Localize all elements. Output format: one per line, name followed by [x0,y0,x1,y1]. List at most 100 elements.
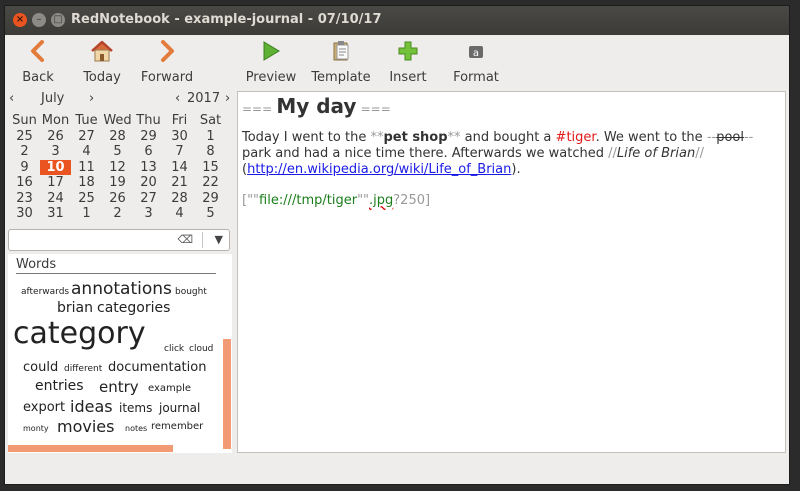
cloud-word[interactable]: entries [35,378,84,394]
bold-markup: ** [370,130,384,145]
cloud-word[interactable]: items [119,401,152,415]
calendar-day[interactable]: 3 [40,144,71,160]
entry-paragraph: Today I went to the **pet shop** and bou… [242,130,777,178]
calendar-day[interactable]: 27 [71,129,102,145]
journal-editor[interactable]: === My day === Today I went to the **pet… [237,91,786,453]
calendar-day[interactable]: 21 [164,175,195,191]
back-button[interactable]: Back [17,38,59,90]
entry-text: park and had a nice time there. Afterwar… [242,146,609,161]
insert-button[interactable]: Insert [387,38,429,90]
cloud-word[interactable]: category [13,316,146,351]
italic-markup: // [608,146,617,161]
clear-search-icon[interactable]: ⌫ [177,233,193,246]
calendar-day[interactable]: 19 [102,175,133,191]
calendar-day[interactable]: 9 [9,160,40,176]
cloud-word[interactable]: journal [159,401,200,415]
calendar-day[interactable]: 1 [195,129,226,145]
cloud-word[interactable]: remember [151,421,203,432]
today-button[interactable]: Today [81,38,123,90]
calendar-day[interactable]: 4 [71,144,102,160]
cloud-word[interactable]: export [23,400,65,415]
calendar-day[interactable]: 5 [102,144,133,160]
cloud-word[interactable]: movies [57,417,114,436]
image-markup: ?250] [393,193,431,208]
cloud-word[interactable]: annotations [71,279,172,299]
calendar-day[interactable]: 6 [133,144,164,160]
calendar-day[interactable]: 28 [102,129,133,145]
weekday-label: Sat [199,113,222,129]
calendar-day[interactable]: 5 [195,206,226,222]
calendar-day[interactable]: 29 [133,129,164,145]
cloud-word[interactable]: example [148,383,191,394]
calendar-day[interactable]: 7 [164,144,195,160]
app-window: × – □ RedNotebook - example-journal - 07… [4,5,790,485]
title-bar: × – □ RedNotebook - example-journal - 07… [5,6,789,35]
next-month-button[interactable]: › [89,91,94,111]
calendar-day[interactable]: 22 [195,175,226,191]
calendar-day[interactable]: 15 [195,160,226,176]
prev-year-button[interactable]: ‹ [175,91,180,111]
calendar-day[interactable]: 2 [102,206,133,222]
calendar-day-selected[interactable]: 10 [40,159,71,175]
calendar-day[interactable]: 13 [133,160,164,176]
calendar-day[interactable]: 20 [133,175,164,191]
calendar-day[interactable]: 3 [133,206,164,222]
cloud-word[interactable]: monty [23,424,49,433]
search-dropdown-icon[interactable]: ▼ [215,233,223,246]
calendar-day[interactable]: 26 [102,191,133,207]
forward-button[interactable]: Forward [139,38,195,90]
cloud-word[interactable]: could [23,360,58,375]
calendar-day[interactable]: 16 [9,175,40,191]
calendar-day[interactable]: 24 [40,191,71,207]
cloud-word[interactable]: click [164,344,184,354]
weekday-label: Sun [12,113,37,129]
calendar-day[interactable]: 26 [40,129,71,145]
calendar-day[interactable]: 17 [40,175,71,191]
cloud-word[interactable]: brian [57,300,93,316]
calendar-day[interactable]: 4 [164,206,195,222]
word-cloud-panel: Words afterwards annotations bought bria… [8,254,232,454]
format-button[interactable]: a Format [451,38,501,90]
prev-month-button[interactable]: ‹ [9,91,14,111]
calendar-day[interactable]: 11 [71,160,102,176]
calendar-day[interactable]: 23 [9,191,40,207]
template-button[interactable]: Template [310,38,372,90]
close-window-button[interactable]: × [13,13,27,27]
calendar-day[interactable]: 25 [71,191,102,207]
home-icon [91,40,113,62]
maximize-window-button[interactable]: □ [51,13,65,27]
cloud-word[interactable]: ideas [70,397,113,416]
calendar-day[interactable]: 18 [71,175,102,191]
calendar-day[interactable]: 30 [164,129,195,145]
calendar-day[interactable]: 29 [195,191,226,207]
calendar-day[interactable]: 25 [9,129,40,145]
calendar-day[interactable]: 12 [102,160,133,176]
cloud-word[interactable]: bought [175,287,207,297]
calendar-day[interactable]: 28 [164,191,195,207]
minimize-window-button[interactable]: – [32,13,46,27]
preview-button[interactable]: Preview [245,38,297,90]
cloud-word[interactable]: cloud [189,344,213,354]
today-label: Today [83,70,121,85]
cloud-word[interactable]: notes [125,424,147,433]
next-year-button[interactable]: › [225,91,230,111]
wikipedia-link[interactable]: http://en.wikipedia.org/wiki/Life_of_Bri… [247,162,511,177]
italic-text: Life of Brian [616,146,696,161]
calendar-day[interactable]: 14 [164,160,195,176]
cloud-word[interactable]: different [64,364,102,374]
calendar-day[interactable]: 27 [133,191,164,207]
italic-markup: // [695,146,704,161]
cloud-word[interactable]: categories [97,300,170,316]
cloud-word[interactable]: documentation [108,360,206,375]
entry-text: . We went to the [595,130,707,145]
cloud-horizontal-scrollbar[interactable] [8,445,173,452]
cloud-vertical-scrollbar[interactable] [223,339,231,449]
calendar-day[interactable]: 30 [9,206,40,222]
cloud-word[interactable]: entry [99,378,139,396]
calendar-day[interactable]: 8 [195,144,226,160]
calendar-day[interactable]: 1 [71,206,102,222]
search-combo[interactable]: ⌫ ▼ [8,229,230,251]
calendar-day[interactable]: 31 [40,206,71,222]
calendar-day[interactable]: 2 [9,144,40,160]
cloud-word[interactable]: afterwards [21,287,69,297]
